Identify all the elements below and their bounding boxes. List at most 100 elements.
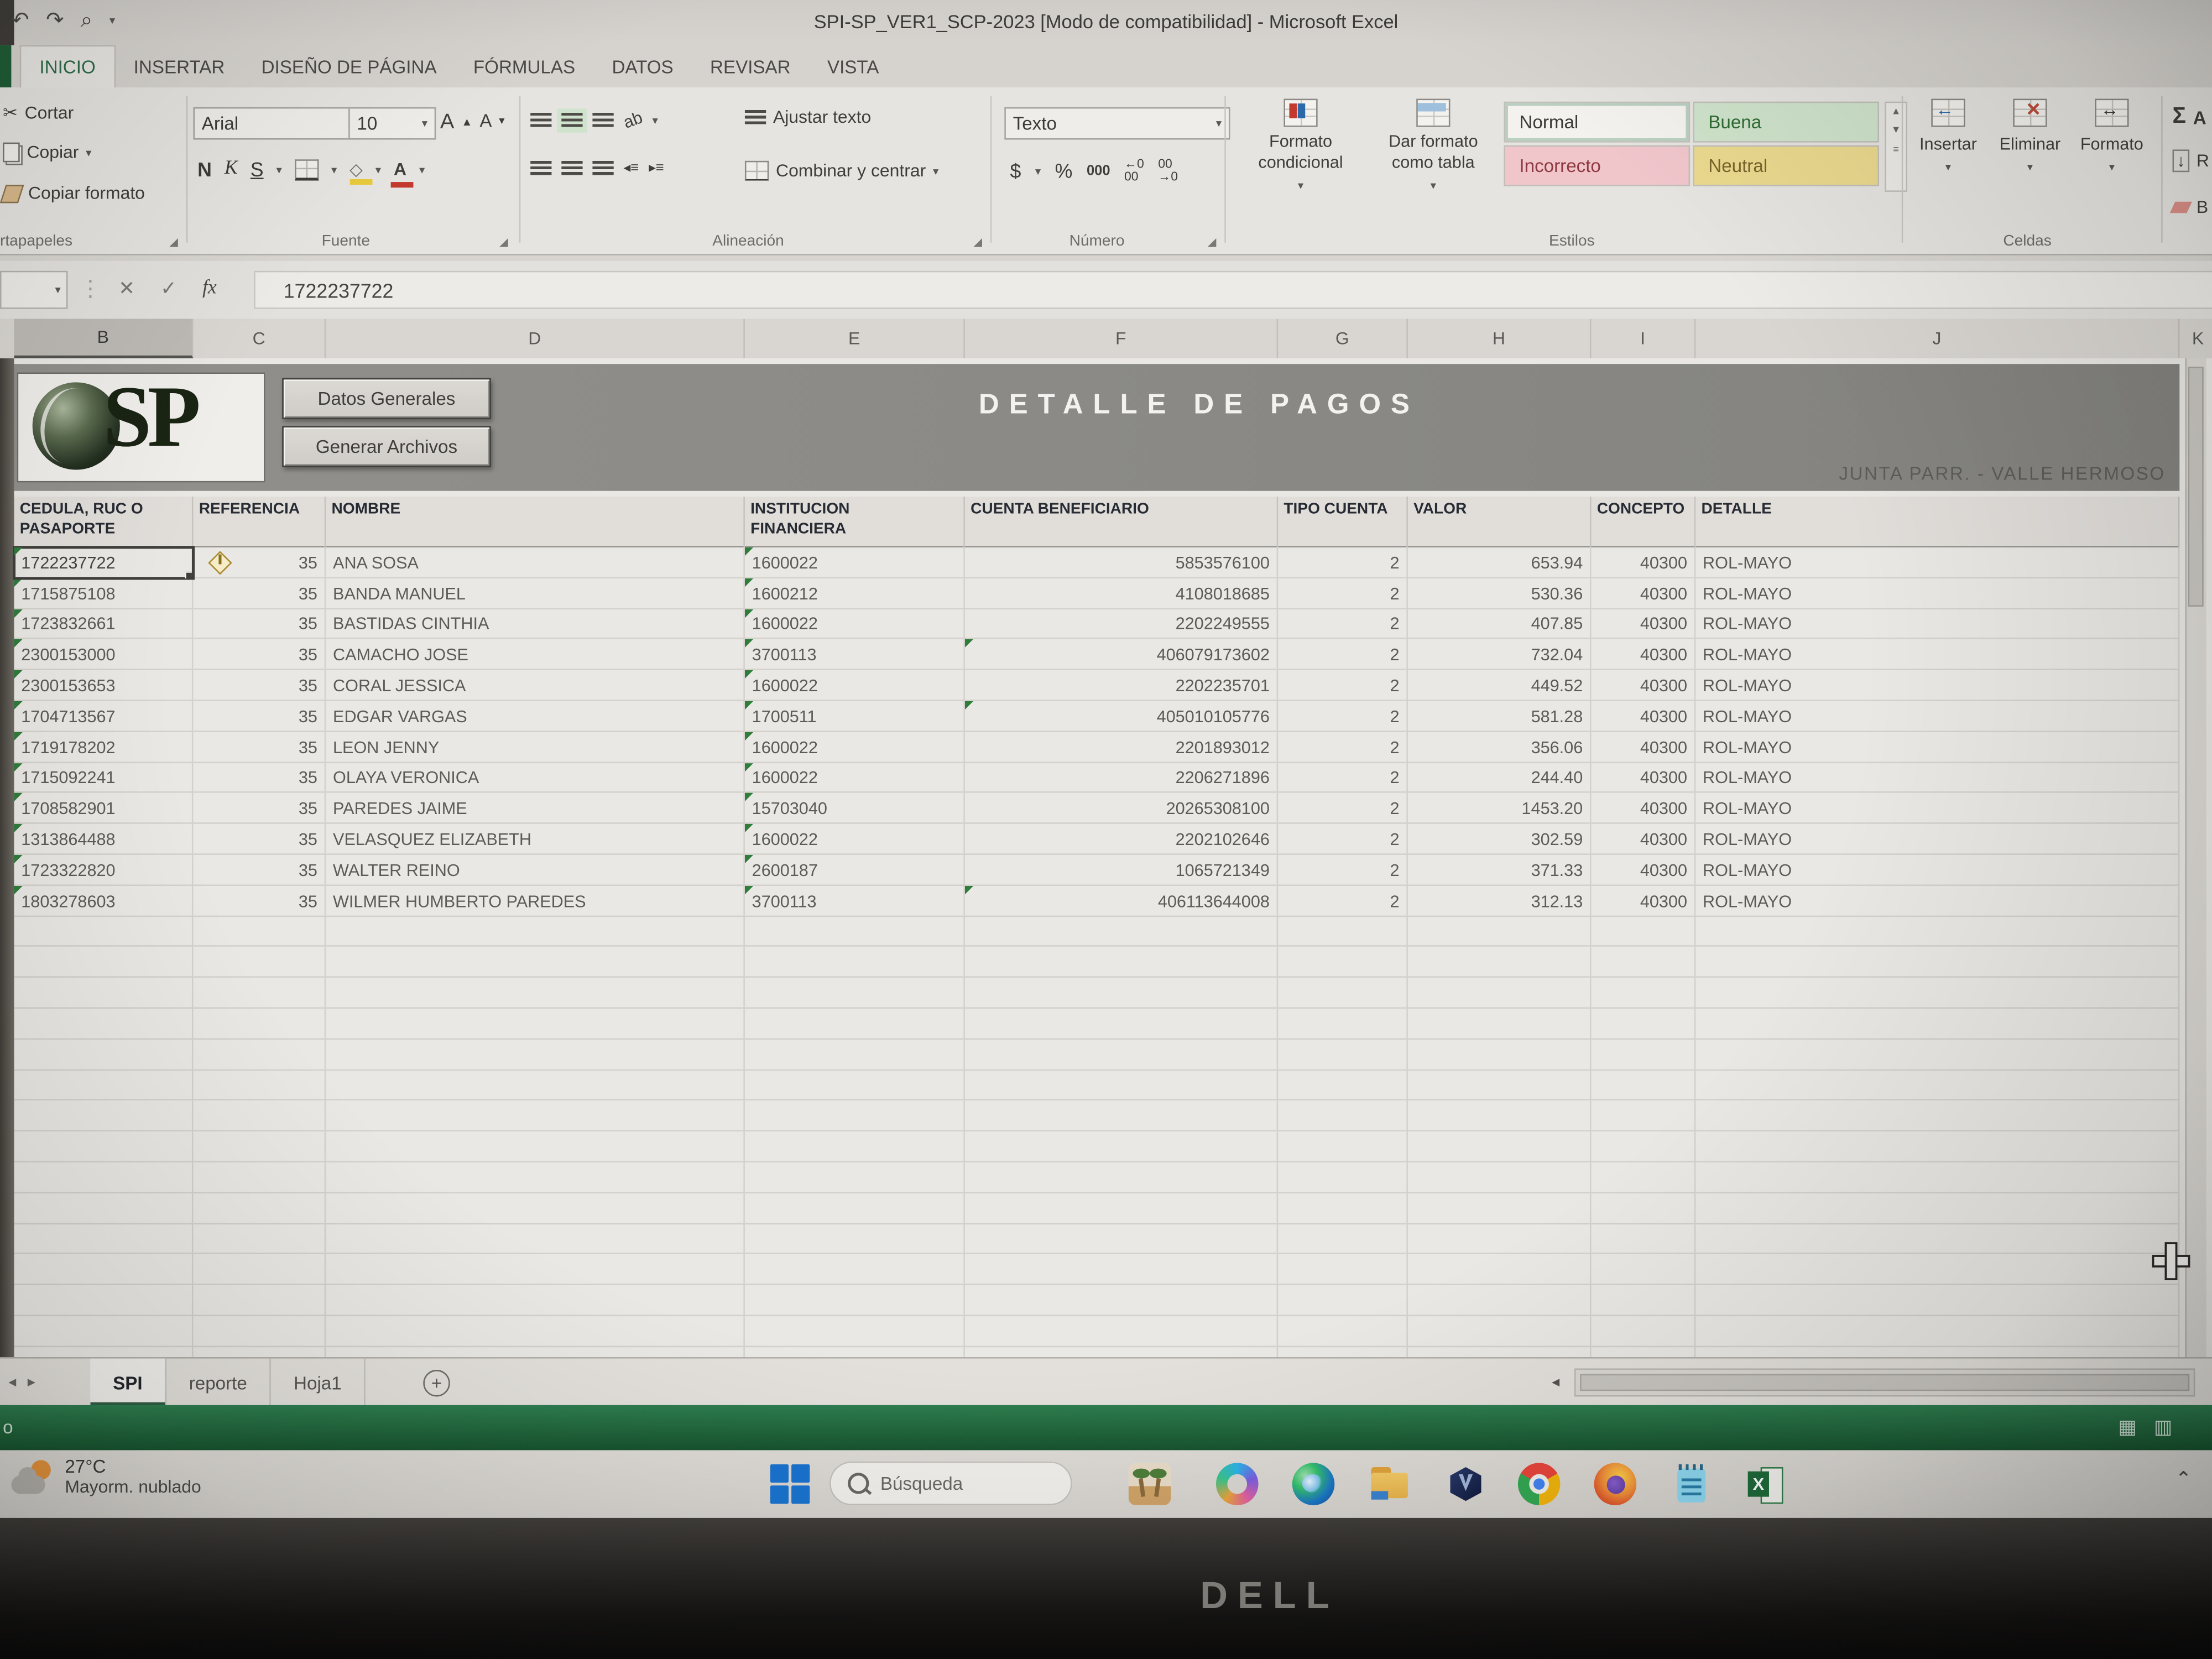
cell-referencia[interactable]: 35 [193, 578, 326, 609]
cell-tipo[interactable]: 2 [1278, 640, 1408, 671]
cell-tipo[interactable]: 2 [1278, 824, 1408, 855]
empty-cell[interactable] [14, 1131, 194, 1162]
cell-valor[interactable]: 1453.20 [1408, 794, 1592, 825]
cell-cuenta[interactable]: 406079173602 [965, 640, 1278, 671]
wrap-text-button[interactable]: Ajustar texto [745, 107, 871, 127]
align-top-icon[interactable] [530, 112, 551, 128]
cell-tipo[interactable]: 2 [1278, 855, 1408, 886]
empty-cell[interactable] [14, 1285, 194, 1316]
empty-cell[interactable] [14, 1193, 194, 1224]
cell-nombre[interactable]: CAMACHO JOSE [326, 640, 745, 671]
empty-cell[interactable] [14, 947, 194, 978]
cell-nombre[interactable]: WALTER REINO [326, 855, 745, 886]
empty-cell[interactable] [14, 916, 194, 947]
page-layout-view-icon[interactable]: ▥ [2154, 1415, 2173, 1439]
cell-institucion[interactable]: 3700113 [745, 640, 965, 671]
empty-cell[interactable] [1695, 1162, 2179, 1193]
copy-button[interactable]: Copiar▾ [3, 143, 91, 163]
empty-cell[interactable] [326, 1316, 745, 1347]
empty-cell[interactable] [1695, 1039, 2179, 1070]
empty-cell[interactable] [1278, 1347, 1408, 1357]
empty-cell[interactable] [193, 1009, 326, 1040]
cell-detalle[interactable]: ROL-MAYO [1695, 732, 2179, 763]
cell-tipo[interactable]: 2 [1278, 732, 1408, 763]
empty-cell[interactable] [1278, 1070, 1408, 1101]
empty-cell[interactable] [1695, 1101, 2179, 1132]
cell-concepto[interactable]: 40300 [1592, 670, 1696, 701]
name-box-dropdown-icon[interactable]: ▾ [55, 284, 60, 296]
comma-format-icon[interactable]: 000 [1087, 163, 1110, 179]
cell-referencia[interactable]: 35 [193, 794, 326, 825]
notepad-icon[interactable] [1670, 1463, 1713, 1505]
empty-cell[interactable] [745, 916, 965, 947]
cell-referencia[interactable]: 35 [193, 855, 326, 886]
sheet-tab-reporte[interactable]: reporte [166, 1359, 271, 1407]
empty-cell[interactable] [193, 978, 326, 1009]
cell-referencia[interactable]: 35 [193, 732, 326, 763]
cell-concepto[interactable]: 40300 [1592, 763, 1696, 794]
empty-cell[interactable] [1278, 1101, 1408, 1132]
cell-tipo[interactable]: 2 [1278, 794, 1408, 825]
empty-cell[interactable] [1592, 1193, 1696, 1224]
empty-cell[interactable] [326, 1347, 745, 1357]
empty-cell[interactable] [1278, 1285, 1408, 1316]
empty-cell[interactable] [326, 1101, 745, 1132]
empty-cell[interactable] [1408, 1255, 1592, 1286]
empty-cell[interactable] [965, 1224, 1278, 1255]
cell-institucion[interactable]: 1600022 [745, 670, 965, 701]
cell-detalle[interactable]: ROL-MAYO [1695, 578, 2179, 609]
file-explorer-icon[interactable] [1368, 1463, 1411, 1505]
merge-center-button[interactable]: Combinar y centrar▾ [745, 161, 938, 181]
cell-detalle[interactable]: ROL-MAYO [1695, 794, 2179, 825]
palms-app-icon[interactable] [1129, 1463, 1171, 1505]
empty-cell[interactable] [745, 1285, 965, 1316]
cell-referencia[interactable]: 35 [193, 670, 326, 701]
empty-cell[interactable] [14, 1347, 194, 1357]
empty-cell[interactable] [326, 947, 745, 978]
empty-cell[interactable] [965, 978, 1278, 1009]
decrease-indent-icon[interactable]: ◂≡ [624, 161, 639, 176]
empty-cell[interactable] [745, 1224, 965, 1255]
cut-button[interactable]: ✂Cortar [3, 102, 74, 123]
empty-cell[interactable] [1408, 1070, 1592, 1101]
virtualbox-icon[interactable] [1444, 1463, 1487, 1505]
cell-detalle[interactable]: ROL-MAYO [1695, 640, 2179, 671]
cell-concepto[interactable]: 40300 [1592, 701, 1696, 732]
align-center-icon[interactable] [561, 161, 582, 176]
cell-tipo[interactable]: 2 [1278, 547, 1408, 578]
align-left-icon[interactable] [530, 161, 551, 176]
cell-institucion[interactable]: 1600022 [745, 824, 965, 855]
empty-cell[interactable] [1278, 1162, 1408, 1193]
empty-cell[interactable] [326, 1070, 745, 1101]
ribbon-tab-dise-o-de-p-gina[interactable]: DISEÑO DE PÁGINA [243, 45, 455, 88]
cell-cedula[interactable]: 1723832661 [14, 609, 194, 640]
cell-cedula[interactable]: 1313864488 [14, 824, 194, 855]
name-box[interactable]: ▾ [0, 271, 67, 309]
cell-detalle[interactable]: ROL-MAYO [1695, 547, 2179, 578]
formula-input[interactable]: 1722237722 [254, 271, 2212, 309]
cell-cedula[interactable]: 2300153653 [14, 670, 194, 701]
cell-institucion[interactable]: 1600022 [745, 732, 965, 763]
empty-cell[interactable] [965, 1316, 1278, 1347]
empty-cell[interactable] [326, 1009, 745, 1040]
cell-cedula[interactable]: 2300153000 [14, 640, 194, 671]
empty-cell[interactable] [193, 1347, 326, 1357]
cell-nombre[interactable]: OLAYA VERONICA [326, 763, 745, 794]
fill-color-button[interactable]: ◇ [349, 159, 363, 179]
empty-cell[interactable] [1695, 1224, 2179, 1255]
empty-cell[interactable] [193, 1193, 326, 1224]
cell-institucion[interactable]: 2600187 [745, 855, 965, 886]
empty-cell[interactable] [14, 1162, 194, 1193]
cell-cedula[interactable]: 1708582901 [14, 794, 194, 825]
cell-nombre[interactable]: ANA SOSA [326, 547, 745, 578]
empty-cell[interactable] [326, 1039, 745, 1070]
empty-cell[interactable] [745, 1347, 965, 1357]
cell-institucion[interactable]: 1700511 [745, 701, 965, 732]
empty-cell[interactable] [1592, 1101, 1696, 1132]
empty-cell[interactable] [193, 1162, 326, 1193]
excel-taskbar-icon[interactable]: X [1744, 1463, 1786, 1505]
cell-cuenta[interactable]: 2202235701 [965, 670, 1278, 701]
cell-valor[interactable]: 312.13 [1408, 885, 1592, 916]
cell-valor[interactable]: 407.85 [1408, 609, 1592, 640]
borders-icon[interactable] [295, 159, 319, 180]
